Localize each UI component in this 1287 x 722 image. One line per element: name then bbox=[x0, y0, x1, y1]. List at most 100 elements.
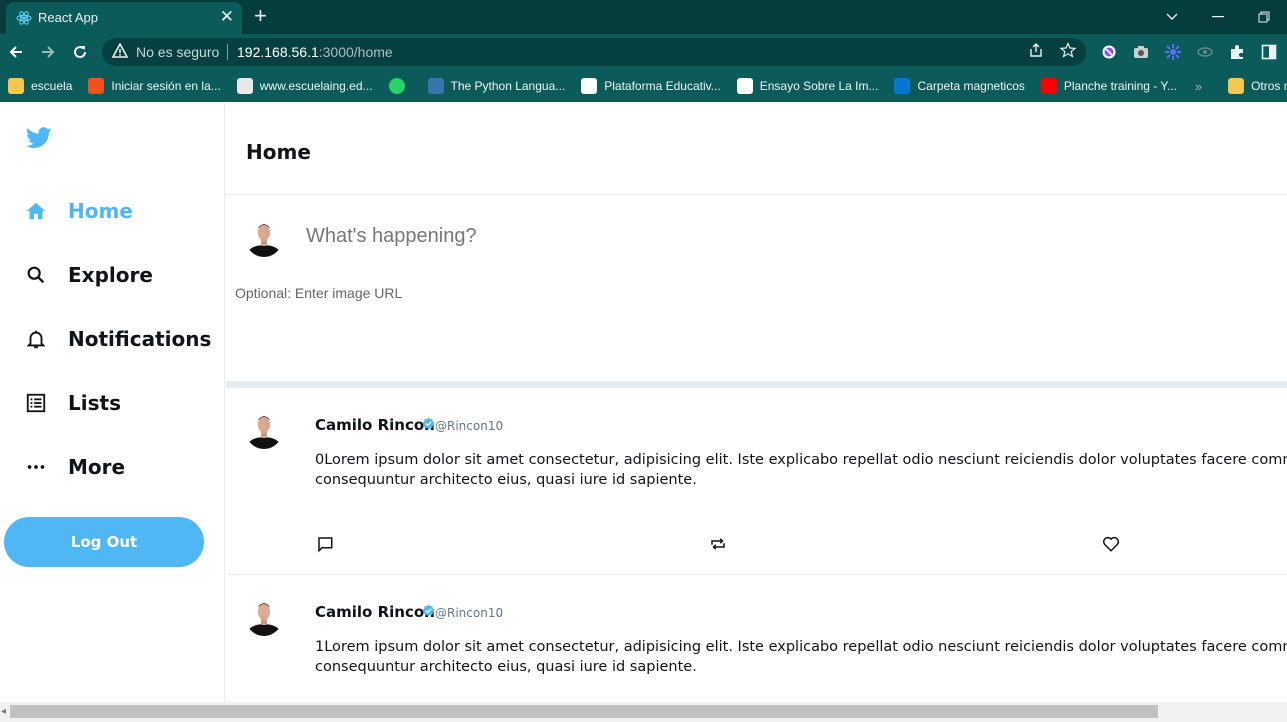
scroll-left-arrow-icon[interactable]: ◂ bbox=[1, 706, 6, 717]
bookmark-favicon-icon bbox=[388, 78, 405, 94]
scrollbar-thumb[interactable] bbox=[10, 705, 1158, 718]
post-text-line: 0Lorem ipsum dolor sit amet consectetur,… bbox=[315, 452, 1287, 468]
bookmark-favicon-icon bbox=[88, 78, 105, 94]
post-text-line: consequuntur architecto eius, quasi iure… bbox=[315, 659, 697, 675]
verified-icon bbox=[422, 604, 435, 617]
twitter-bird-icon[interactable] bbox=[26, 126, 52, 150]
bookmark-item[interactable]: www.escuelaing.ed... bbox=[229, 74, 381, 98]
color-extension-icon[interactable] bbox=[1162, 41, 1184, 63]
nav-label: Explore bbox=[68, 263, 153, 287]
bookmark-favicon-icon bbox=[236, 78, 253, 94]
bookmark-item[interactable] bbox=[381, 74, 420, 98]
bookmarks-overflow-icon[interactable]: » bbox=[1185, 79, 1212, 94]
eye-extension-icon[interactable] bbox=[1194, 41, 1216, 63]
warning-icon[interactable] bbox=[112, 43, 128, 59]
avatar[interactable] bbox=[245, 596, 283, 636]
tab-react-app[interactable]: React App ✕ bbox=[6, 2, 242, 34]
browser-chrome: React App ✕ + No es seguro 192.168.56.1:… bbox=[0, 0, 1287, 102]
bookmarks-bar: escuela Iniciar sesión en la... www.escuel… bbox=[0, 70, 1287, 102]
home-icon bbox=[24, 199, 48, 223]
puzzle-icon[interactable] bbox=[1226, 41, 1248, 63]
bookmark-star-icon[interactable] bbox=[1059, 42, 1077, 63]
back-arrow-icon[interactable] bbox=[5, 41, 27, 63]
tab-close-icon[interactable]: ✕ bbox=[220, 7, 234, 27]
tab-strip: React App ✕ + bbox=[0, 0, 1287, 34]
side-panel-icon[interactable] bbox=[1258, 41, 1280, 63]
bookmark-label: Planche training - Y... bbox=[1063, 79, 1177, 93]
post-author-handle[interactable]: @Rincon10 bbox=[435, 606, 503, 620]
reload-icon[interactable] bbox=[69, 41, 91, 63]
post-author-name[interactable]: Camilo Rincon bbox=[315, 416, 435, 434]
folder-icon bbox=[1228, 78, 1245, 94]
horizontal-scrollbar[interactable]: ◂ bbox=[0, 702, 1287, 722]
extension-icons bbox=[1098, 41, 1280, 63]
window-controls bbox=[1149, 0, 1287, 34]
bookmark-favicon-icon bbox=[8, 78, 24, 94]
sidebar: Home Explore Notifications Lists More Lo… bbox=[0, 102, 225, 722]
post: Camilo Rincon @Rincon10 1Lorem ipsum dol… bbox=[226, 575, 1287, 722]
restore-icon[interactable] bbox=[1241, 0, 1287, 34]
comment-icon[interactable] bbox=[315, 534, 335, 554]
tweet-input[interactable] bbox=[306, 221, 1206, 251]
url-host: 192.168.56.1 bbox=[237, 44, 319, 60]
nav-item-home[interactable]: Home bbox=[24, 193, 133, 229]
tab-search-icon[interactable] bbox=[1149, 0, 1195, 34]
bookmark-item[interactable]: Iniciar sesión en la... bbox=[80, 74, 228, 98]
bookmark-label: Plataforma Educativ... bbox=[604, 79, 721, 93]
bookmark-item[interactable]: Carpeta magneticos bbox=[886, 74, 1032, 98]
minimize-icon[interactable] bbox=[1195, 0, 1241, 34]
browser-toolbar: No es seguro 192.168.56.1:3000/home bbox=[0, 34, 1287, 70]
bookmark-favicon-icon bbox=[427, 78, 444, 94]
url-path: :3000/home bbox=[318, 44, 393, 60]
address-separator bbox=[227, 44, 228, 60]
post: Camilo Rincon @Rincon10 0Lorem ipsum dol… bbox=[226, 388, 1287, 575]
bookmark-favicon-icon bbox=[1040, 78, 1057, 94]
feed: Home Camilo Rincon @Rincon10 0Lorem ipsu… bbox=[226, 102, 1287, 722]
bookmark-label: Ensayo Sobre La Im... bbox=[759, 79, 879, 93]
bookmark-favicon-icon bbox=[581, 78, 598, 94]
nav-item-explore[interactable]: Explore bbox=[24, 257, 153, 293]
feed-header: Home bbox=[226, 102, 1287, 195]
security-status[interactable]: No es seguro bbox=[136, 44, 219, 60]
retweet-icon[interactable] bbox=[708, 534, 728, 554]
new-tab-button[interactable]: + bbox=[254, 3, 267, 29]
heart-icon[interactable] bbox=[1101, 534, 1121, 554]
bookmark-item[interactable]: Plataforma Educativ... bbox=[573, 74, 729, 98]
url-text[interactable]: 192.168.56.1:3000/home bbox=[237, 44, 393, 60]
app-root: Home Explore Notifications Lists More Lo… bbox=[0, 102, 1287, 722]
nav-item-lists[interactable]: Lists bbox=[24, 385, 121, 421]
bookmark-favicon-icon bbox=[894, 78, 911, 94]
logout-button[interactable]: Log Out bbox=[4, 517, 204, 567]
camera-extension-icon[interactable] bbox=[1130, 41, 1152, 63]
post-text-line: consequuntur architecto eius, quasi iure… bbox=[315, 472, 697, 488]
avatar[interactable] bbox=[245, 409, 283, 449]
composer-divider bbox=[226, 381, 1287, 388]
nav-item-notifications[interactable]: Notifications bbox=[24, 321, 211, 357]
post-author-name[interactable]: Camilo Rincon bbox=[315, 603, 435, 621]
tweet-composer bbox=[226, 195, 1287, 381]
post-author-handle[interactable]: @Rincon10 bbox=[435, 419, 503, 433]
address-bar[interactable]: No es seguro 192.168.56.1:3000/home bbox=[102, 38, 1086, 66]
bookmark-label: escuela bbox=[31, 79, 73, 93]
list-icon bbox=[24, 391, 48, 415]
bookmark-item[interactable]: The Python Langua... bbox=[420, 74, 574, 98]
other-bookmarks[interactable]: Otros m bbox=[1220, 74, 1287, 98]
nav-label: Lists bbox=[68, 391, 121, 415]
share-icon[interactable] bbox=[1028, 42, 1044, 63]
post-text-line: 1Lorem ipsum dolor sit amet consectetur,… bbox=[315, 639, 1287, 655]
nav-label: More bbox=[68, 455, 126, 479]
bookmark-item[interactable]: escuela bbox=[0, 74, 80, 98]
page-title: Home bbox=[246, 140, 311, 164]
bookmark-item[interactable]: Planche training - Y... bbox=[1033, 74, 1185, 98]
block-extension-icon[interactable] bbox=[1098, 41, 1120, 63]
other-bookmarks-label: Otros m bbox=[1251, 79, 1287, 93]
nav-item-more[interactable]: More bbox=[24, 449, 125, 485]
verified-icon bbox=[422, 417, 435, 430]
more-icon bbox=[24, 455, 48, 479]
image-url-input[interactable] bbox=[235, 283, 635, 303]
bookmark-favicon-icon bbox=[736, 78, 753, 94]
forward-arrow-icon[interactable] bbox=[37, 41, 59, 63]
nav-label: Home bbox=[68, 199, 133, 223]
bookmark-label: Iniciar sesión en la... bbox=[111, 79, 221, 93]
bookmark-item[interactable]: Ensayo Sobre La Im... bbox=[729, 74, 887, 98]
